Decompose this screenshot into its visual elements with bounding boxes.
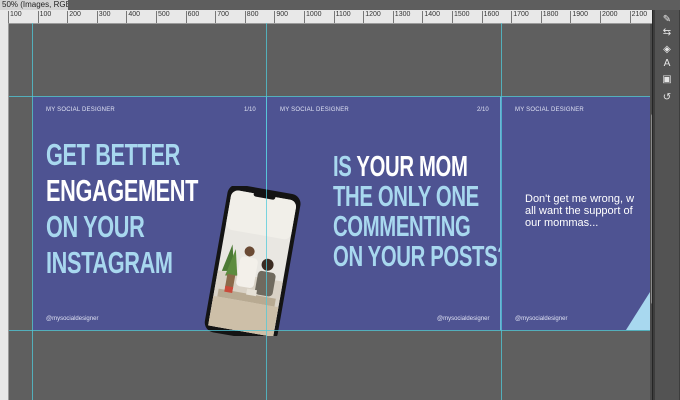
ruler-label: 200	[69, 11, 81, 18]
adjust-icon[interactable]: ⇆	[659, 27, 675, 38]
ruler-label: 600	[187, 11, 200, 18]
body-line: our mommas...	[525, 217, 599, 229]
body-line: Don't get me wrong, w	[525, 193, 635, 205]
right-panel-dock: ✎ ⇆ ◈ A ▣ ↺	[652, 10, 680, 400]
ruler-label: 300	[98, 11, 111, 18]
ruler-label: 400	[128, 11, 141, 18]
ruler-label: 700	[217, 11, 229, 18]
accent-triangle	[626, 292, 650, 330]
ruler-tick	[274, 11, 276, 23]
headline-line: ENGAGEMENT	[46, 173, 199, 208]
slide-body-text: Don't get me wrong, w all want the suppo…	[525, 193, 634, 229]
ruler-tick	[37, 11, 39, 23]
ruler-tick	[629, 11, 631, 23]
document-tab-title: 50% (Images, RGB/8*) *	[2, 0, 68, 9]
ruler-label: 2100	[631, 11, 648, 18]
guide-line[interactable]	[266, 23, 267, 400]
ruler-label: 900	[276, 11, 289, 18]
ruler-tick	[392, 11, 394, 23]
ruler-left[interactable]	[0, 23, 9, 400]
ruler-tick	[481, 11, 483, 23]
headline-word: IS	[333, 151, 357, 183]
ruler-label: 1100	[335, 11, 351, 18]
ruler-label: 2000	[602, 11, 618, 18]
ruler-tick	[244, 11, 246, 23]
body-line: all want the support of	[525, 205, 633, 217]
headline-line: COMMENTING	[333, 211, 471, 243]
ruler-tick	[511, 11, 513, 23]
document-tab[interactable]: 50% (Images, RGB/8*) *	[0, 0, 68, 10]
headline-line: ON YOUR POSTS?	[333, 241, 500, 273]
ruler-tick	[422, 11, 424, 23]
headline-line: THE ONLY ONE	[333, 181, 479, 213]
layers-icon[interactable]: ◈	[659, 44, 675, 55]
character-icon[interactable]: A	[659, 58, 675, 69]
ruler-tick	[126, 11, 128, 23]
ruler-label: 1400	[424, 11, 440, 18]
ruler-label: 500	[158, 11, 170, 18]
ruler-tick	[96, 11, 98, 23]
ruler-tick	[185, 11, 187, 23]
ruler-tick	[215, 11, 217, 23]
guide-line[interactable]	[9, 96, 652, 97]
guide-line[interactable]	[9, 330, 652, 331]
ruler-label: 800	[246, 11, 259, 18]
history-icon[interactable]: ↺	[659, 92, 675, 103]
ruler-tick	[333, 11, 335, 23]
ruler-label: 1700	[513, 11, 529, 18]
ruler-label: 1800	[542, 11, 559, 18]
headline-line: ON YOUR	[46, 209, 145, 244]
ruler-label: 1600	[483, 11, 500, 18]
slide-brand: MY SOCIAL DESIGNER	[515, 107, 584, 113]
ruler-label: 1200	[365, 11, 381, 18]
slide-handle: @mysocialdesigner	[437, 316, 490, 322]
ruler-label: 100	[10, 11, 22, 18]
ruler-tick	[156, 11, 157, 23]
slide-handle: @mysocialdesigner	[515, 316, 568, 322]
ruler-tick	[67, 11, 69, 23]
ruler-tick	[304, 11, 305, 23]
headline-word: YOUR MOM	[356, 151, 468, 183]
brush-icon[interactable]: ✎	[659, 14, 675, 25]
phone-mockup	[204, 186, 301, 336]
ruler-tick	[540, 11, 542, 23]
ruler-label: 1900	[572, 11, 588, 18]
slide-handle: @mysocialdesigner	[46, 316, 99, 322]
headline-line: GET BETTER	[46, 137, 180, 172]
slide-brand: MY SOCIAL DESIGNER	[280, 107, 349, 113]
ruler-label: 1000	[306, 11, 322, 18]
slide-headline: GET BETTER ENGAGEMENT ON YOUR INSTAGRAM	[46, 137, 198, 281]
ruler-tick	[452, 11, 453, 23]
headline-line: INSTAGRAM	[46, 245, 173, 280]
guide-line[interactable]	[32, 23, 33, 400]
ruler-tick	[8, 11, 9, 23]
ruler-label: 1500	[454, 11, 470, 18]
ruler-tick	[570, 11, 572, 23]
properties-icon[interactable]: ▣	[659, 74, 675, 85]
ruler-top[interactable]: 100 100 200 300 400 500 600 700 800 900 1000 1100 12…	[0, 10, 652, 24]
slide-headline: IS YOUR MOM THE ONLY ONE COMMENTING ON Y…	[333, 152, 500, 272]
ruler-tick	[600, 11, 601, 23]
slide-page-number: 2/10	[477, 107, 489, 113]
slide-brand: MY SOCIAL DESIGNER	[46, 107, 115, 113]
guide-line[interactable]	[501, 23, 502, 400]
ruler-label: 100	[39, 11, 52, 18]
ruler-label: 1300	[394, 11, 411, 18]
slide-page-number: 1/10	[244, 107, 256, 113]
ruler-tick	[363, 11, 365, 23]
